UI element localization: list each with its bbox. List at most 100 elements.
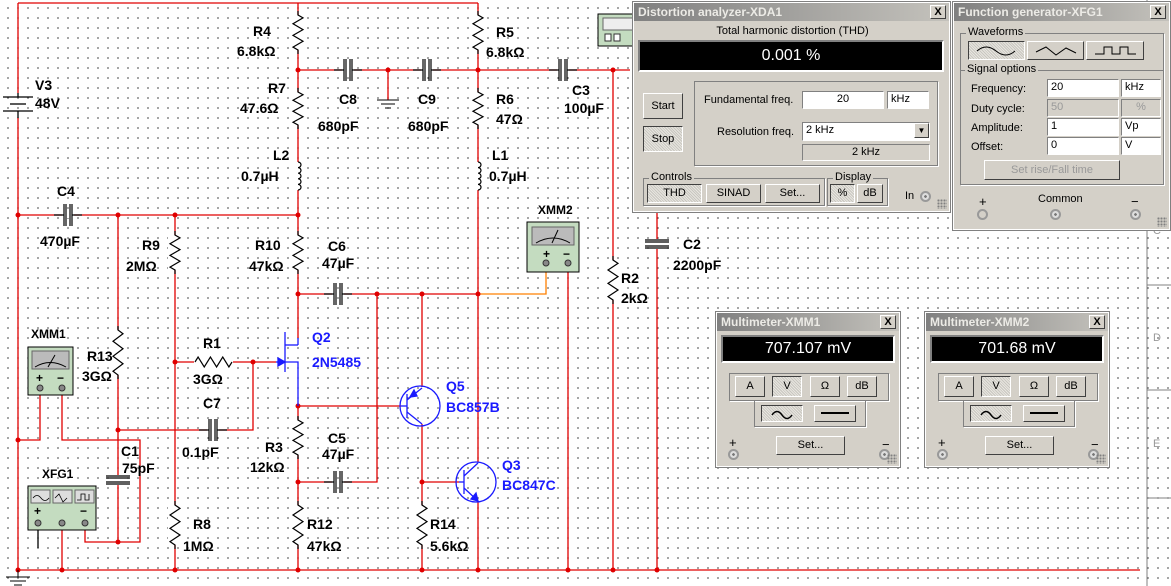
- set-button[interactable]: Set...: [765, 184, 820, 203]
- dc-line-icon: [821, 412, 849, 414]
- r14-ref: R14: [430, 516, 456, 532]
- c8-value: 680pF: [318, 118, 359, 134]
- l2-ref: L2: [273, 147, 290, 163]
- resolution-freq-select[interactable]: 2 kHz ▼: [802, 122, 930, 141]
- duty-cycle-input: 50: [1047, 99, 1119, 117]
- minus-label: −: [1131, 194, 1139, 209]
- square-wave-button[interactable]: [1086, 41, 1144, 60]
- chevron-down-icon[interactable]: ▼: [914, 123, 929, 138]
- in-label: In: [905, 190, 915, 202]
- minus-terminal-label: −: [80, 504, 87, 518]
- multimeter-xmm2-window[interactable]: Multimeter-XMM2 X 701.68 mV A V Ω dB Set.…: [924, 311, 1110, 468]
- function-generator-xfg1-icon[interactable]: + −: [27, 485, 97, 531]
- plus-terminal[interactable]: [937, 449, 948, 460]
- dc-line-icon: [1030, 412, 1058, 414]
- jfet-q2[interactable]: [276, 332, 299, 406]
- frequency-input[interactable]: 20: [1047, 79, 1119, 97]
- minus-terminal[interactable]: [1130, 209, 1141, 220]
- amplitude-input[interactable]: 1: [1047, 118, 1119, 136]
- distortion-analyzer-window[interactable]: Distortion analyzer-XDA1 X Total harmonic…: [632, 1, 951, 213]
- frequency-unit[interactable]: kHz: [1121, 79, 1161, 97]
- minus-terminal-label: −: [563, 247, 570, 261]
- q5-ref: Q5: [446, 378, 465, 394]
- junction-dot: [475, 567, 481, 573]
- title-bar[interactable]: Distortion analyzer-XDA1 X: [634, 3, 949, 21]
- set-button[interactable]: Set...: [776, 436, 845, 455]
- fundamental-freq-unit[interactable]: kHz: [887, 91, 929, 109]
- start-button[interactable]: Start: [643, 93, 683, 119]
- multimeter-xmm1-window[interactable]: Multimeter-XMM1 X 707.107 mV A V Ω dB Set…: [715, 311, 901, 468]
- multimeter-xmm2-icon[interactable]: + −: [526, 221, 580, 273]
- dc-mode-button[interactable]: [814, 405, 856, 422]
- stop-button[interactable]: Stop: [643, 126, 683, 152]
- function-generator-window[interactable]: Function generator-XFG1 X Waveforms Signa…: [952, 1, 1171, 231]
- battery-v3[interactable]: [3, 93, 33, 118]
- ohm-button[interactable]: Ω: [810, 376, 840, 397]
- offset-unit[interactable]: V: [1121, 137, 1161, 155]
- amplitude-unit[interactable]: Vp: [1121, 118, 1161, 136]
- r4-value: 6.8kΩ: [237, 43, 275, 59]
- volt-button[interactable]: V: [981, 376, 1011, 397]
- junction-dot: [172, 567, 178, 573]
- wire[interactable]: [18, 395, 41, 441]
- junction-dot: [172, 359, 178, 365]
- transistor-q3[interactable]: [455, 461, 497, 503]
- sinad-button[interactable]: SINAD: [706, 184, 761, 203]
- title-bar[interactable]: Function generator-XFG1 X: [954, 3, 1169, 21]
- in-terminal[interactable]: [920, 191, 931, 202]
- thd-button[interactable]: THD: [647, 184, 702, 203]
- r13-ref: R13: [87, 348, 113, 364]
- q3-ref: Q3: [502, 457, 521, 473]
- close-button[interactable]: X: [1150, 5, 1166, 19]
- volt-button[interactable]: V: [772, 376, 802, 397]
- c5-value: 47µF: [322, 446, 355, 462]
- plus-terminal-label: +: [36, 371, 43, 385]
- common-terminal[interactable]: [1050, 209, 1061, 220]
- fundamental-freq-input[interactable]: 20: [802, 91, 884, 109]
- amplitude-label: Amplitude:: [971, 122, 1023, 134]
- c2-ref: C2: [683, 236, 701, 252]
- junction-dot: [250, 359, 256, 365]
- fundamental-freq-label: Fundamental freq.: [704, 94, 794, 106]
- title-bar[interactable]: Multimeter-XMM2 X: [926, 313, 1108, 331]
- c1-value: 75pF: [122, 460, 155, 476]
- title-bar[interactable]: Multimeter-XMM1 X: [717, 313, 899, 331]
- ac-mode-button[interactable]: [761, 405, 803, 422]
- close-button[interactable]: X: [880, 315, 896, 329]
- resize-grip[interactable]: [1096, 454, 1106, 464]
- db-button[interactable]: dB: [847, 376, 877, 397]
- junction-dot: [172, 212, 178, 218]
- resize-grip[interactable]: [937, 199, 947, 209]
- resize-grip[interactable]: [887, 454, 897, 464]
- transistor-q5[interactable]: [399, 385, 441, 427]
- r9-value: 2MΩ: [126, 258, 157, 274]
- r14-value: 5.6kΩ: [430, 538, 468, 554]
- set-button[interactable]: Set...: [985, 436, 1054, 455]
- db-button[interactable]: dB: [1056, 376, 1086, 397]
- sine-wave-button[interactable]: [968, 41, 1025, 60]
- c2-value: 2200pF: [673, 257, 722, 273]
- offset-input[interactable]: 0: [1047, 137, 1119, 155]
- db-button[interactable]: dB: [857, 184, 883, 203]
- plus-terminal[interactable]: [977, 209, 988, 220]
- multimeter-xmm1-icon[interactable]: + −: [27, 346, 74, 396]
- r2-value: 2kΩ: [621, 290, 648, 306]
- plus-terminal[interactable]: [728, 449, 739, 460]
- ampere-button[interactable]: A: [944, 376, 974, 397]
- close-button[interactable]: X: [1089, 315, 1105, 329]
- distortion-analyzer-xda1-icon[interactable]: [597, 13, 639, 47]
- resize-grip[interactable]: [1157, 217, 1167, 227]
- percent-button[interactable]: %: [830, 184, 855, 203]
- junction-dot: [115, 427, 121, 433]
- ohm-button[interactable]: Ω: [1019, 376, 1049, 397]
- r9-ref: R9: [142, 237, 160, 253]
- triangle-wave-button[interactable]: [1027, 41, 1084, 60]
- dc-mode-button[interactable]: [1023, 405, 1065, 422]
- border-row-d: D: [1153, 332, 1161, 344]
- close-button[interactable]: X: [930, 5, 946, 19]
- ampere-button[interactable]: A: [735, 376, 765, 397]
- controls-label: Controls: [649, 171, 694, 183]
- ac-mode-button[interactable]: [970, 405, 1012, 422]
- c1-ref: C1: [121, 443, 139, 459]
- wire[interactable]: [118, 362, 254, 431]
